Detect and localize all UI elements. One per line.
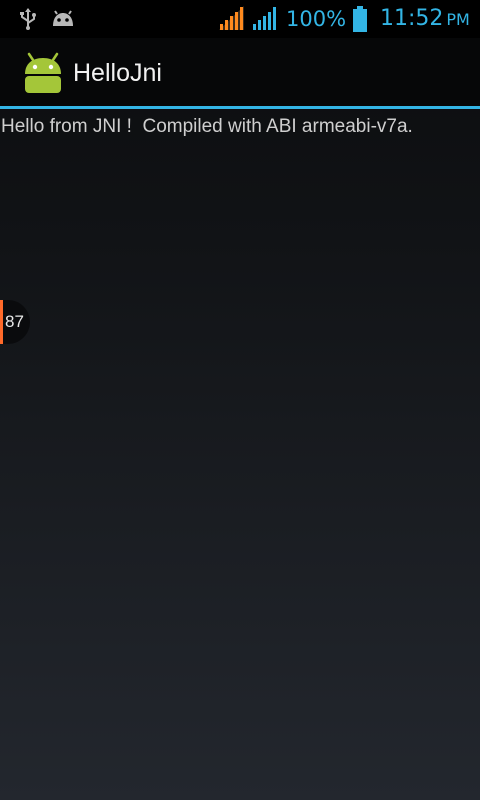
android-robot-icon[interactable] [22, 52, 64, 94]
clock-ampm: PM [446, 10, 470, 29]
scroll-indicator[interactable]: 87 [0, 300, 30, 344]
status-bar: 100% 11:52 PM [0, 0, 480, 38]
battery-icon [353, 6, 367, 32]
usb-icon [20, 8, 36, 30]
action-bar: HelloJni [0, 38, 480, 106]
scroll-indicator-bar [0, 300, 3, 344]
clock-time: 11:52 [380, 6, 444, 31]
signal-orange-icon [219, 6, 244, 30]
scroll-indicator-value: 87 [5, 312, 24, 331]
action-bar-divider [0, 106, 480, 109]
android-debug-icon [53, 10, 73, 26]
clock: 11:52 PM [380, 5, 470, 34]
app-title: HelloJni [73, 59, 162, 87]
jni-message: Hello from JNI ! Compiled with ABI armea… [1, 116, 413, 137]
battery-percent: 100% [286, 7, 347, 31]
signal-blue-icon [253, 7, 276, 30]
